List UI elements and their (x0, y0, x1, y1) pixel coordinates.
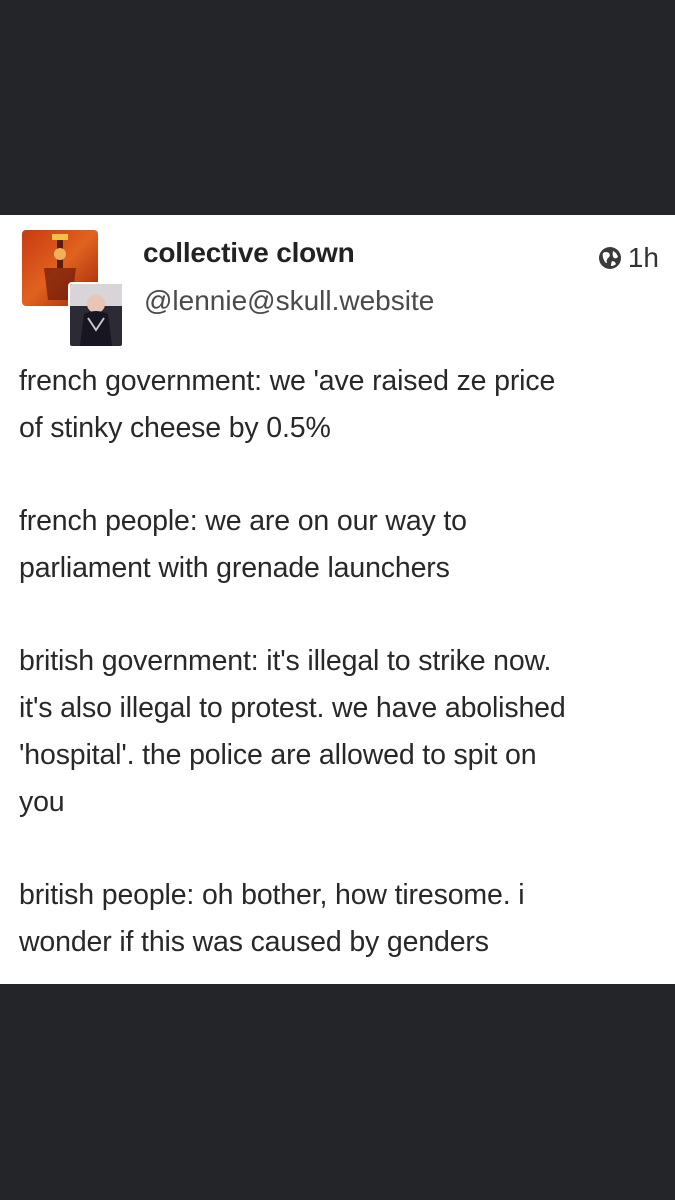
post-paragraph: british government: it's illegal to stri… (19, 645, 566, 818)
post-content: french government: we 'ave raised ze pri… (19, 358, 659, 1012)
globe-icon (598, 246, 622, 270)
post-card: collective clown @lennie@skull.website 1… (0, 215, 675, 984)
display-name[interactable]: collective clown (143, 237, 355, 269)
post-timestamp[interactable]: 1h (598, 242, 659, 273)
avatar-group[interactable] (22, 230, 124, 348)
post-paragraph: british people: oh bother, how tiresome.… (19, 879, 525, 958)
post-paragraph: french government: we 'ave raised ze pri… (19, 365, 556, 444)
post-paragraph: french people: we are on our way to parl… (19, 505, 467, 584)
timestamp-text: 1h (627, 242, 659, 273)
secondary-avatar-image[interactable] (68, 282, 124, 348)
user-handle[interactable]: @lennie@skull.website (144, 285, 434, 317)
